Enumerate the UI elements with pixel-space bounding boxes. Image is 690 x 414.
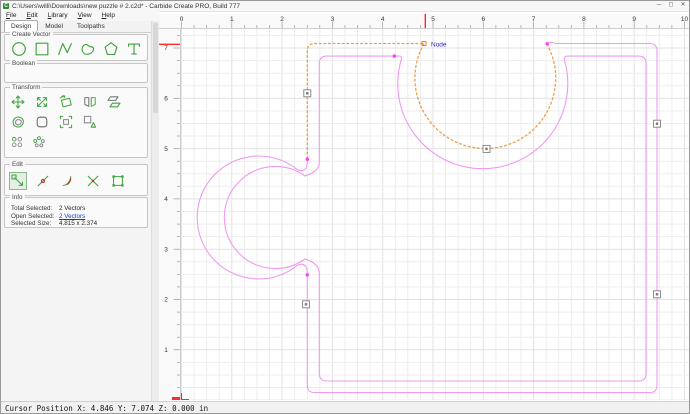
curve-icon[interactable] bbox=[79, 40, 97, 58]
panel-info: Info Total Selected: 2 Vectors Open Selecte… bbox=[4, 194, 148, 228]
panel-boolean: Boolean bbox=[4, 60, 148, 83]
endpoint-dot[interactable] bbox=[545, 42, 549, 46]
origin-axis-marker bbox=[180, 393, 189, 401]
rotate-icon[interactable] bbox=[58, 94, 74, 110]
horizontal-ruler: 0 1 2 3 4 5 6 7 8 9 10 bbox=[159, 14, 689, 29]
curve-edit-icon[interactable] bbox=[60, 173, 76, 189]
open-selected-link[interactable]: 2 Vectors bbox=[59, 213, 85, 220]
trim-vectors-icon[interactable] bbox=[85, 173, 101, 189]
sidebar-scrollbar[interactable] bbox=[151, 21, 159, 401]
ruler-x-label: 3 bbox=[331, 16, 335, 23]
carbide-create-icon: C bbox=[3, 3, 9, 9]
fillet-icon[interactable] bbox=[34, 114, 50, 130]
cursor-position-readout: Cursor Position X: 4.846 Y: 7.074 Z: 0.0… bbox=[5, 404, 209, 413]
window-title: C:\Users\willi\Downloads\new puzzle # 2.… bbox=[12, 2, 240, 10]
node-label: Node bbox=[431, 42, 447, 49]
ruler-x-label: 8 bbox=[582, 16, 586, 23]
tangent-edit-icon[interactable] bbox=[35, 173, 51, 189]
ruler-x-label: 9 bbox=[632, 16, 636, 23]
linear-array-icon[interactable] bbox=[10, 135, 24, 149]
rectangle-icon[interactable] bbox=[33, 40, 51, 58]
ruler-y-label: 2 bbox=[164, 297, 168, 304]
ruler-y-label: 5 bbox=[164, 146, 168, 153]
selected-vector-arc[interactable] bbox=[414, 43, 557, 150]
circle-icon[interactable] bbox=[10, 40, 28, 58]
node-edit-icon[interactable] bbox=[9, 172, 27, 190]
handle-marker[interactable] bbox=[302, 300, 310, 309]
ruler-y-label: 6 bbox=[164, 96, 168, 103]
ruler-x-label: 0 bbox=[180, 16, 184, 23]
ruler-x-label: 5 bbox=[431, 16, 435, 23]
info-row: Total Selected: 2 Vectors bbox=[11, 205, 86, 212]
ruler-x-label: 7 bbox=[532, 16, 536, 23]
ruler-x-label: 1 bbox=[230, 16, 234, 23]
ruler-x-label: 10 bbox=[681, 16, 689, 23]
design-canvas[interactable]: Node bbox=[180, 29, 689, 401]
polygon-icon[interactable] bbox=[102, 40, 120, 58]
handle-marker[interactable] bbox=[303, 89, 312, 98]
ruler-y-label: 1 bbox=[164, 347, 168, 354]
handle-marker[interactable] bbox=[653, 290, 661, 299]
panel-create-vector: Create Vector bbox=[4, 31, 148, 61]
ruler-y-label: 7 bbox=[164, 45, 168, 52]
ruler-y-label: 3 bbox=[164, 246, 168, 253]
outer-contour-path[interactable] bbox=[196, 41, 658, 394]
close-button[interactable]: ✕ bbox=[677, 1, 689, 10]
endpoint-dot[interactable] bbox=[392, 54, 396, 58]
app-window: C C:\Users\willi\Downloads\new puzzle # … bbox=[0, 0, 690, 414]
mirror-icon[interactable] bbox=[82, 94, 98, 110]
sidebar: Create Vector Boolean Transform Edit Info Tot… bbox=[1, 31, 151, 401]
info-row: Open Selected: 2 Vectors bbox=[11, 212, 86, 220]
handle-marker[interactable] bbox=[482, 144, 491, 153]
minimize-button[interactable]: ─ bbox=[653, 1, 665, 10]
tab-toolpaths[interactable]: Toolpaths bbox=[70, 20, 112, 32]
ruler-y-label: 4 bbox=[164, 196, 168, 203]
close-vector-icon[interactable] bbox=[110, 173, 126, 189]
polyline-icon[interactable] bbox=[56, 40, 74, 58]
move-icon[interactable] bbox=[10, 94, 26, 110]
ruler-x-label: 4 bbox=[381, 16, 385, 23]
endpoint-dot[interactable] bbox=[305, 157, 309, 161]
endpoint-dot[interactable] bbox=[305, 273, 309, 277]
handle-marker[interactable] bbox=[653, 119, 661, 128]
text-icon[interactable] bbox=[125, 40, 143, 58]
skew-icon[interactable] bbox=[106, 94, 122, 110]
scale-icon[interactable] bbox=[34, 94, 50, 110]
panel-edit: Edit bbox=[4, 161, 148, 196]
status-bar: Cursor Position X: 4.846 Y: 7.074 Z: 0.0… bbox=[1, 401, 689, 413]
origin-marker bbox=[172, 397, 180, 400]
align-icon[interactable] bbox=[82, 114, 98, 130]
info-value: 4.815 x 2.374 bbox=[59, 220, 98, 227]
offset-icon[interactable] bbox=[10, 114, 26, 130]
ruler-x-label: 2 bbox=[280, 16, 284, 23]
info-value: 2 Vectors bbox=[59, 205, 86, 212]
panel-transform: Transform bbox=[4, 84, 148, 158]
vertical-ruler: 7 6 5 4 3 2 1 bbox=[159, 29, 181, 401]
inner-contour-path[interactable] bbox=[223, 55, 647, 382]
info-row: Selected Size: 4.815 x 2.374 bbox=[11, 220, 98, 227]
maximize-button[interactable]: ◻ bbox=[665, 1, 677, 10]
center-icon[interactable] bbox=[58, 114, 74, 130]
circular-array-icon[interactable] bbox=[32, 135, 46, 149]
ruler-x-label: 6 bbox=[481, 16, 485, 23]
